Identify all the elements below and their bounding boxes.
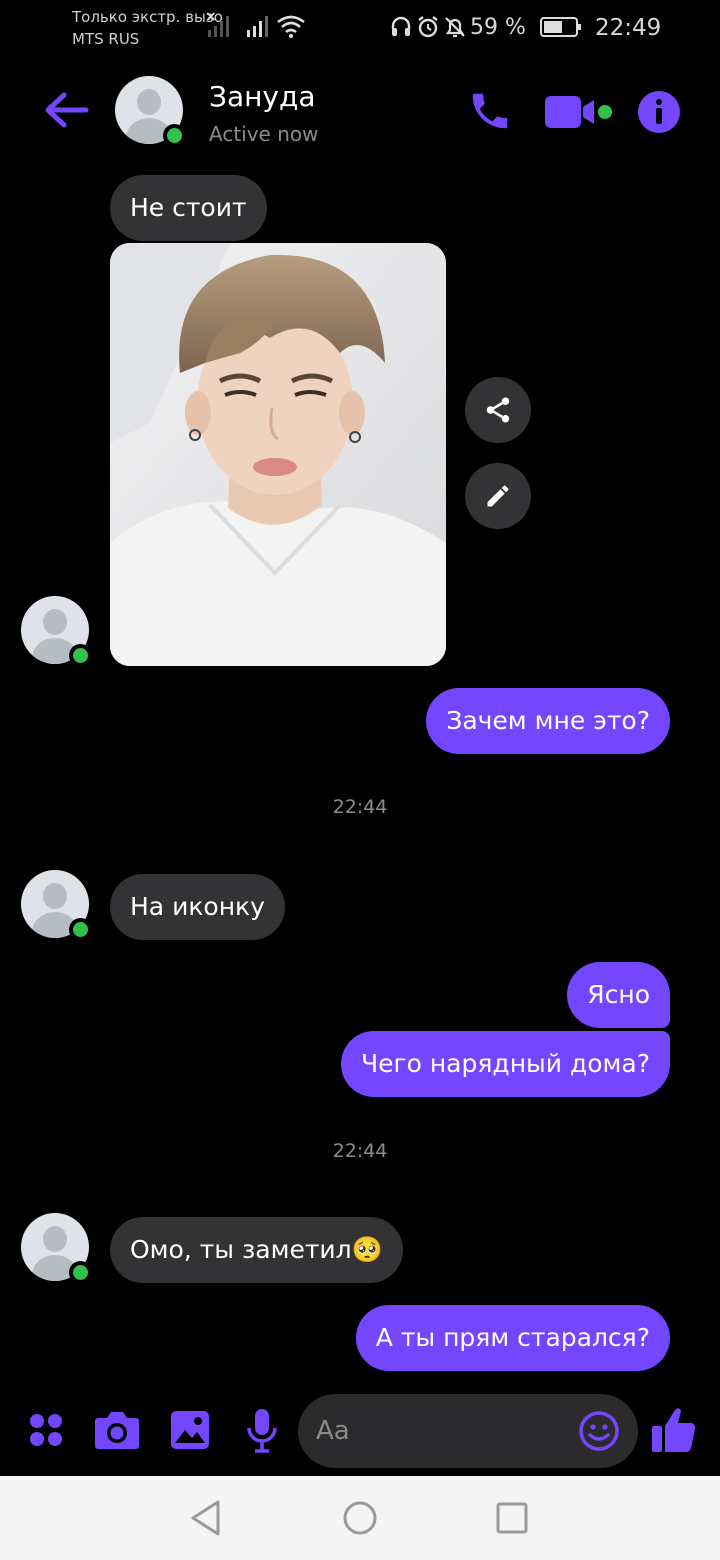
sender-avatar[interactable]: [21, 1213, 92, 1284]
triangle-back-icon[interactable]: [188, 1498, 224, 1538]
status-bar: Только экстр. вызо × MTS RUS 59 % 22:49: [0, 0, 720, 56]
video-camera-icon[interactable]: [544, 92, 614, 132]
contact-status: Active now: [209, 122, 319, 146]
message-text: Омо, ты заметил: [130, 1235, 352, 1264]
incoming-message[interactable]: Омо, ты заметил🥺: [110, 1217, 403, 1283]
wifi-icon: [277, 15, 305, 38]
online-indicator: [69, 1261, 92, 1284]
edit-photo-button[interactable]: [465, 463, 531, 529]
contact-avatar[interactable]: [115, 76, 186, 147]
photo-image: [110, 243, 446, 666]
battery-level: 59 %: [470, 15, 526, 40]
system-navigation-bar: [0, 1476, 720, 1560]
clock: 22:49: [595, 15, 662, 41]
share-photo-button[interactable]: [465, 377, 531, 443]
signal-1-icon: [208, 16, 229, 37]
camera-icon[interactable]: [94, 1410, 140, 1450]
shared-photo[interactable]: [110, 243, 446, 666]
pencil-icon: [487, 485, 509, 507]
message-input[interactable]: [316, 1394, 566, 1468]
outgoing-message[interactable]: Чего нарядный дома?: [340, 1031, 670, 1097]
thumbs-up-icon[interactable]: [651, 1406, 697, 1454]
info-icon[interactable]: [637, 90, 681, 134]
sender-avatar[interactable]: [21, 870, 92, 941]
outgoing-message[interactable]: Ясно: [567, 962, 670, 1028]
status-right: 59 % 22:49: [390, 10, 720, 44]
image-icon[interactable]: [170, 1410, 210, 1450]
message-input-container: [298, 1394, 638, 1468]
phone-icon[interactable]: [467, 88, 513, 134]
outgoing-message[interactable]: Зачем мне это?: [426, 688, 670, 754]
incoming-message[interactable]: Не стоит: [110, 175, 267, 241]
microphone-icon[interactable]: [246, 1408, 278, 1454]
arrow-left-icon[interactable]: [40, 86, 92, 134]
alarm-icon: [418, 16, 438, 38]
carrier-line2: MTS RUS: [72, 30, 140, 48]
smiley-icon[interactable]: [578, 1410, 620, 1452]
message-composer: [0, 1390, 720, 1476]
conversation-header: Зануда Active now: [0, 70, 720, 160]
online-indicator: [69, 644, 92, 667]
mute-bell-icon: [445, 17, 465, 38]
timestamp: 22:44: [332, 1140, 388, 1162]
sender-avatar[interactable]: [21, 596, 92, 667]
signal-2-icon: [247, 16, 268, 37]
carrier-line1: Только экстр. вызо: [72, 8, 223, 26]
share-icon: [486, 397, 510, 423]
outgoing-message[interactable]: А ты прям старался?: [355, 1305, 670, 1371]
four-dots-icon[interactable]: [28, 1412, 64, 1448]
online-indicator: [69, 918, 92, 941]
circle-home-icon[interactable]: [341, 1498, 379, 1538]
square-recents-icon[interactable]: [494, 1498, 530, 1538]
pleading-face-emoji: 🥺: [351, 1235, 383, 1264]
battery-icon: [540, 17, 581, 37]
contact-name[interactable]: Зануда: [209, 80, 316, 113]
timestamp: 22:44: [332, 796, 388, 818]
online-indicator: [163, 124, 186, 147]
headset-icon: [391, 16, 411, 36]
incoming-message[interactable]: На иконку: [110, 874, 285, 940]
